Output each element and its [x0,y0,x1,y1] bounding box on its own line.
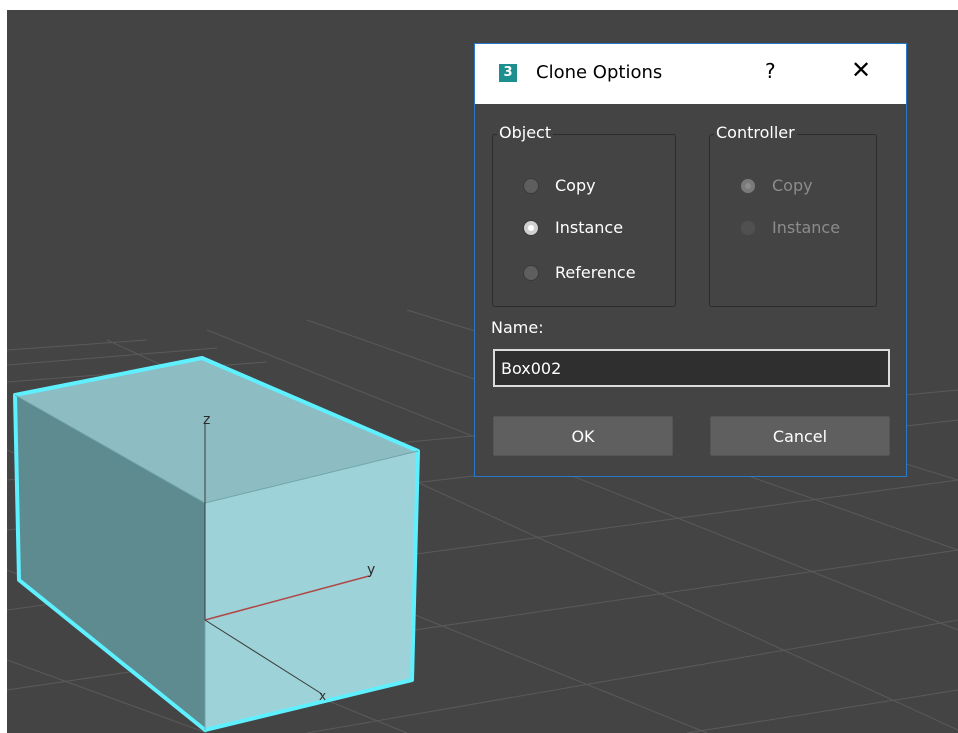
object-instance-label: Instance [555,218,624,237]
cancel-button[interactable]: Cancel [710,416,890,456]
name-label: Name: [491,318,544,337]
object-reference-radio[interactable] [523,265,539,281]
controller-instance-label: Instance [772,218,841,237]
object-group: Object Copy Instance Reference [492,123,676,307]
object-group-title: Object [497,123,554,142]
controller-group-title: Controller [714,123,797,142]
name-input[interactable] [493,349,890,387]
x-axis-label: x [319,689,326,703]
clone-options-dialog: 3 Clone Options ? ✕ Object Copy Instance… [474,43,907,477]
app-icon: 3 [499,64,517,82]
object-reference-label: Reference [555,263,636,282]
ok-button[interactable]: OK [493,416,673,456]
controller-instance-radio[interactable] [740,220,756,236]
close-button[interactable]: ✕ [851,56,871,84]
help-button[interactable]: ? [765,59,776,83]
z-axis-label: z [203,412,210,428]
object-copy-radio[interactable] [523,178,539,194]
object-instance-radio[interactable] [523,220,539,236]
controller-copy-label: Copy [772,176,813,195]
controller-group: Controller Copy Instance [709,123,877,307]
box-object[interactable] [13,356,420,732]
controller-copy-radio[interactable] [740,178,756,194]
y-axis-label: y [367,562,375,578]
dialog-titlebar[interactable]: 3 Clone Options ? ✕ [475,44,906,104]
object-copy-label: Copy [555,176,596,195]
dialog-title: Clone Options [536,62,663,83]
